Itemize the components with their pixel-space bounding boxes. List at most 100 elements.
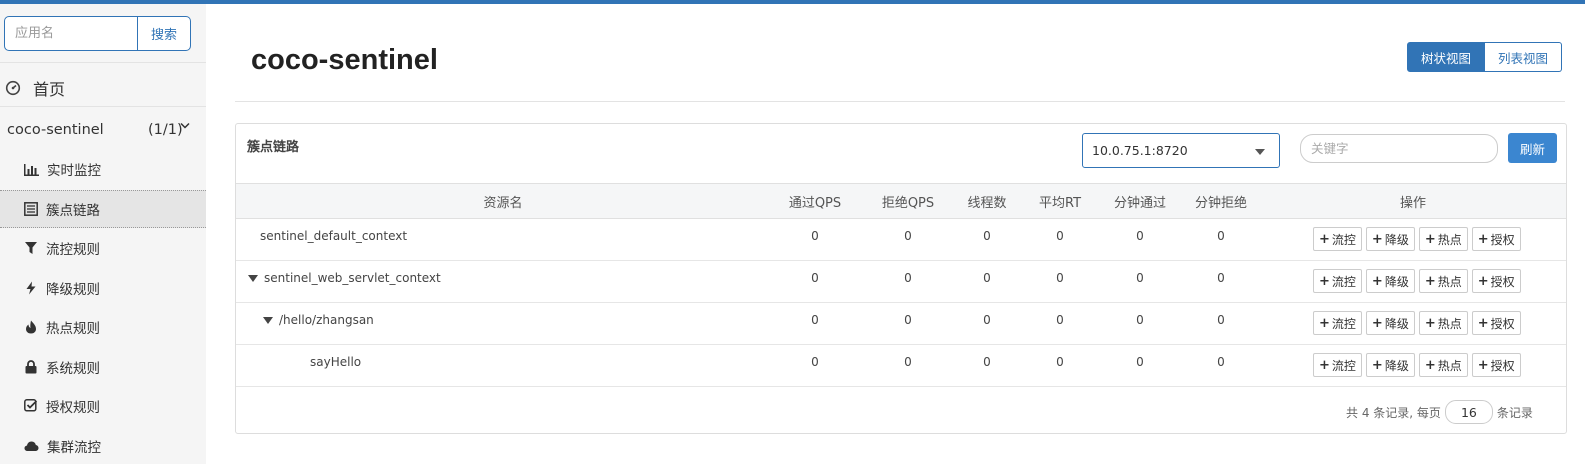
resource-name: sentinel_web_servlet_context <box>264 271 441 285</box>
resource-name-cell: /hello/zhangsan <box>263 313 374 327</box>
cluster-link-panel: 簇点链路 10.0.75.1:8720 刷新 资源名 通过QPS 拒绝QPS 线… <box>235 123 1567 434</box>
metric-cell: 0 <box>983 355 991 369</box>
table-header: 资源名 通过QPS 拒绝QPS 线程数 平均RT 分钟通过 分钟拒绝 操作 <box>236 183 1566 219</box>
tree-view-button[interactable]: 树状视图 <box>1407 42 1486 72</box>
plus-icon: + <box>1477 231 1489 247</box>
metric-cell: 0 <box>1136 229 1144 243</box>
degrade-rule-button[interactable]: + 降级 <box>1365 311 1415 335</box>
plus-icon: + <box>1319 357 1330 373</box>
plus-icon: + <box>1319 231 1330 247</box>
app-name: coco-sentinel <box>7 122 104 138</box>
flow-rule-button[interactable]: + 流控 <box>1313 311 1362 335</box>
sidebar-divider <box>0 106 206 107</box>
pager-prefix: 共 4 条记录, 每页 <box>1346 405 1441 420</box>
action-label: 热点 <box>1437 358 1462 373</box>
flow-rule-button[interactable]: + 流控 <box>1313 269 1362 293</box>
action-label: 热点 <box>1437 274 1462 289</box>
machine-select[interactable]: 10.0.75.1:8720 <box>1082 133 1280 168</box>
metric-cell: 0 <box>811 355 819 369</box>
metric-cell: 0 <box>1217 313 1225 327</box>
metric-cell: 0 <box>1056 355 1064 369</box>
expand-triangle-icon[interactable] <box>263 316 273 324</box>
app-search-button[interactable]: 搜索 <box>138 16 191 51</box>
sidebar-item-degrade-rules[interactable]: 降级规则 <box>0 269 206 307</box>
action-label: 授权 <box>1490 274 1515 289</box>
auth-rule-button[interactable]: + 授权 <box>1471 311 1521 335</box>
metric-cell: 0 <box>1136 313 1144 327</box>
sidebar-item-system-rules[interactable]: 系统规则 <box>0 348 206 386</box>
metric-cell: 0 <box>1217 355 1225 369</box>
plus-icon: + <box>1371 273 1383 289</box>
flash-icon <box>26 281 36 295</box>
dashboard-icon <box>5 80 21 96</box>
action-label: 流控 <box>1331 274 1356 289</box>
sidebar-item-label: 降级规则 <box>46 282 100 298</box>
plus-icon: + <box>1477 357 1489 373</box>
plus-icon: + <box>1424 273 1436 289</box>
plus-icon: + <box>1371 357 1383 373</box>
action-label: 授权 <box>1490 316 1515 331</box>
page-size-input[interactable] <box>1444 400 1493 424</box>
view-toggle: 树状视图 列表视图 <box>1407 42 1563 72</box>
machine-select-value: 10.0.75.1:8720 <box>1092 143 1188 158</box>
metric-cell: 0 <box>1136 271 1144 285</box>
action-label: 流控 <box>1331 232 1356 247</box>
title-divider <box>235 101 1565 102</box>
flow-rule-button[interactable]: + 流控 <box>1313 353 1362 377</box>
action-label: 降级 <box>1384 274 1409 289</box>
resource-name-cell: sayHello <box>310 355 361 369</box>
metric-cell: 0 <box>904 271 912 285</box>
metric-cell: 0 <box>904 355 912 369</box>
degrade-rule-button[interactable]: + 降级 <box>1365 269 1415 293</box>
metric-cell: 0 <box>983 229 991 243</box>
sidebar-item-label: 系统规则 <box>46 361 100 377</box>
check-icon <box>24 399 38 412</box>
keyword-input[interactable] <box>1300 134 1498 163</box>
plus-icon: + <box>1477 273 1489 289</box>
app-machine-count: (1/1) <box>148 122 183 138</box>
sidebar-item-hotspot-rules[interactable]: 热点规则 <box>0 308 206 346</box>
app-search-input[interactable] <box>4 16 138 51</box>
flow-rule-button[interactable]: + 流控 <box>1313 227 1362 251</box>
hotspot-rule-button[interactable]: + 热点 <box>1418 227 1468 251</box>
list-icon <box>24 202 38 216</box>
metric-cell: 0 <box>811 271 819 285</box>
degrade-rule-button[interactable]: + 降级 <box>1365 227 1415 251</box>
action-label: 授权 <box>1490 358 1515 373</box>
auth-rule-button[interactable]: + 授权 <box>1471 227 1521 251</box>
refresh-button[interactable]: 刷新 <box>1508 133 1557 163</box>
bar-chart-icon <box>24 163 39 176</box>
pager-suffix: 条记录 <box>1496 405 1533 420</box>
sidebar-app-toggle[interactable]: coco-sentinel (1/1) <box>0 108 206 152</box>
list-view-button[interactable]: 列表视图 <box>1485 42 1563 72</box>
sidebar-item-home[interactable]: 首页 <box>0 68 206 108</box>
sidebar-item-realtime-monitor[interactable]: 实时监控 <box>0 150 206 188</box>
plus-icon: + <box>1424 357 1436 373</box>
sidebar-item-auth-rules[interactable]: 授权规则 <box>0 387 206 425</box>
table-row: sentinel_default_context 0 0 0 0 0 0 + 流控 + 降级 + 热点 +… <box>236 219 1566 261</box>
column-header: 资源名 <box>483 195 523 211</box>
hotspot-rule-button[interactable]: + 热点 <box>1418 269 1468 293</box>
expand-triangle-icon[interactable] <box>248 274 258 282</box>
auth-rule-button[interactable]: + 授权 <box>1471 353 1521 377</box>
action-label: 授权 <box>1490 232 1515 247</box>
hotspot-rule-button[interactable]: + 热点 <box>1418 311 1468 335</box>
metric-cell: 0 <box>1217 271 1225 285</box>
metric-cell: 0 <box>1056 313 1064 327</box>
metric-cell: 0 <box>983 313 991 327</box>
table-row: sayHello 0 0 0 0 0 0 + 流控 + 降级 + 热点 + 授权 <box>236 345 1566 387</box>
row-actions: + 流控 + 降级 + 热点 + 授权 <box>1313 353 1521 377</box>
column-header: 分钟拒绝 <box>1194 195 1247 211</box>
degrade-rule-button[interactable]: + 降级 <box>1365 353 1415 377</box>
hotspot-rule-button[interactable]: + 热点 <box>1418 353 1468 377</box>
action-label: 热点 <box>1437 316 1462 331</box>
sidebar-item-cluster-flow[interactable]: 集群流控 <box>0 427 206 464</box>
resource-name-cell: sentinel_web_servlet_context <box>248 271 441 285</box>
auth-rule-button[interactable]: + 授权 <box>1471 269 1521 293</box>
sidebar-item-cluster-link[interactable]: 簇点链路 <box>0 190 206 228</box>
panel-title: 簇点链路 <box>247 140 300 155</box>
metric-cell: 0 <box>904 313 912 327</box>
column-header: 拒绝QPS <box>881 195 935 211</box>
sidebar: 搜索 首页 coco-sentinel (1/1) 实时监控 <box>0 4 206 464</box>
sidebar-item-flow-rules[interactable]: 流控规则 <box>0 229 206 267</box>
